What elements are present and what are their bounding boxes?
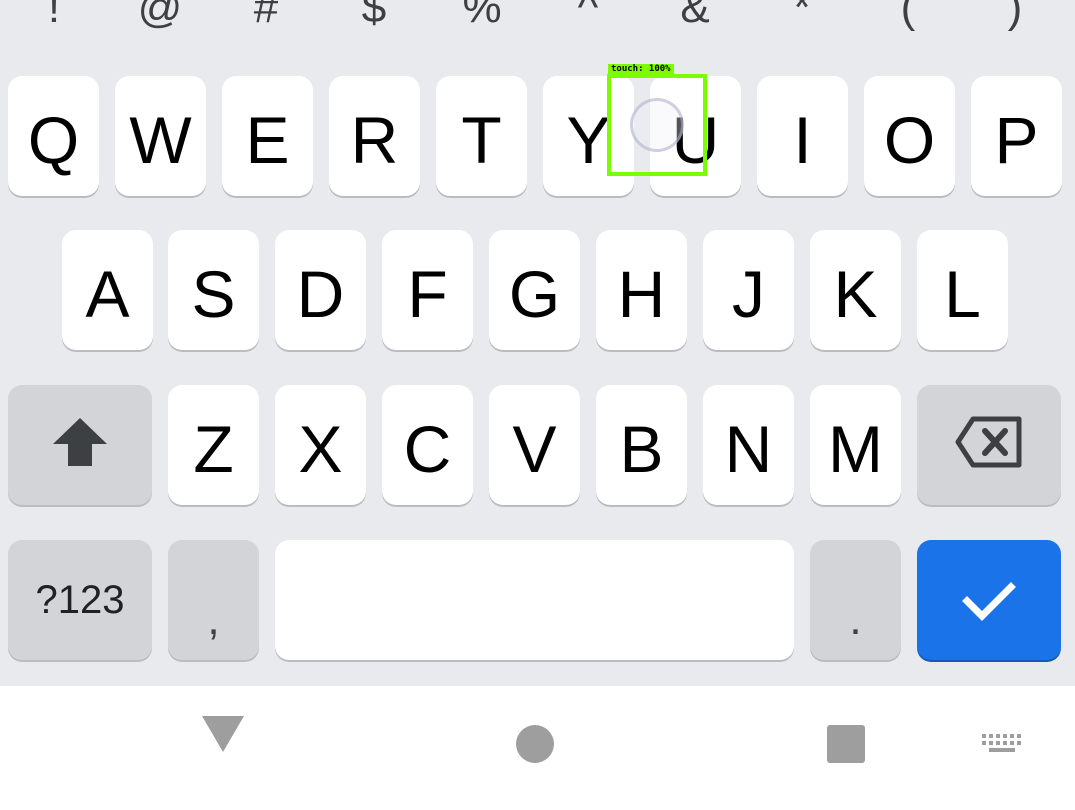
key-p[interactable]: P bbox=[971, 76, 1062, 196]
checkmark-icon bbox=[962, 567, 1016, 633]
backspace-icon bbox=[955, 412, 1023, 478]
key-label: B bbox=[619, 412, 664, 486]
key-label: Q bbox=[27, 103, 80, 177]
symbol-hint: ( bbox=[900, 0, 916, 32]
space-bar[interactable] bbox=[275, 540, 794, 660]
key-label: G bbox=[508, 257, 561, 331]
key-label: F bbox=[407, 257, 448, 331]
key-i[interactable]: I bbox=[757, 76, 848, 196]
key-r[interactable]: R bbox=[329, 76, 420, 196]
navigation-bar bbox=[0, 686, 1075, 810]
screen: ! @ # $ % ^ & * ( ) Q W E R T Y U I O P … bbox=[0, 0, 1075, 810]
symbol-hint: % bbox=[462, 0, 502, 32]
key-f[interactable]: F bbox=[382, 230, 473, 350]
key-s[interactable]: S bbox=[168, 230, 259, 350]
symbol-hint: & bbox=[680, 0, 710, 32]
key-label: K bbox=[833, 257, 878, 331]
key-label: L bbox=[944, 257, 981, 331]
key-o[interactable]: O bbox=[864, 76, 955, 196]
enter-key[interactable] bbox=[917, 540, 1061, 660]
key-label: D bbox=[296, 257, 345, 331]
soft-keyboard: ! @ # $ % ^ & * ( ) Q W E R T Y U I O P … bbox=[0, 0, 1075, 686]
key-g[interactable]: G bbox=[489, 230, 580, 350]
key-label: C bbox=[403, 412, 452, 486]
symbol-hint: * bbox=[793, 0, 811, 32]
touch-label: touch: 100% bbox=[608, 64, 674, 75]
key-label: P bbox=[994, 103, 1039, 177]
keyboard-switch-icon bbox=[981, 733, 1023, 760]
key-j[interactable]: J bbox=[703, 230, 794, 350]
key-label: H bbox=[617, 257, 666, 331]
key-v[interactable]: V bbox=[489, 385, 580, 505]
keyboard-switch-button[interactable] bbox=[976, 728, 1028, 764]
symbol-hint: ! bbox=[47, 0, 61, 32]
key-label: . bbox=[849, 595, 862, 644]
symbol-hint: @ bbox=[137, 0, 183, 32]
key-x[interactable]: X bbox=[275, 385, 366, 505]
key-label: M bbox=[828, 412, 883, 486]
key-b[interactable]: B bbox=[596, 385, 687, 505]
key-label: O bbox=[883, 103, 936, 177]
period-key[interactable]: . bbox=[810, 540, 901, 660]
key-label: J bbox=[732, 257, 765, 331]
key-label: Y bbox=[566, 103, 611, 177]
symbols-key[interactable]: ?123 bbox=[8, 540, 152, 660]
backspace-key[interactable] bbox=[917, 385, 1061, 505]
touch-bounding-box bbox=[607, 74, 707, 176]
nav-home-button[interactable] bbox=[505, 716, 565, 776]
key-label: I bbox=[793, 103, 812, 177]
key-n[interactable]: N bbox=[703, 385, 794, 505]
key-label: S bbox=[191, 257, 236, 331]
key-m[interactable]: M bbox=[810, 385, 901, 505]
key-w[interactable]: W bbox=[115, 76, 206, 196]
key-k[interactable]: K bbox=[810, 230, 901, 350]
key-label: , bbox=[207, 595, 220, 644]
key-e[interactable]: E bbox=[222, 76, 313, 196]
triangle-back-icon bbox=[200, 714, 246, 759]
key-label: ?123 bbox=[35, 578, 125, 622]
symbol-hint-row: ! @ # $ % ^ & * ( ) bbox=[0, 0, 1075, 38]
key-label: N bbox=[724, 412, 773, 486]
key-h[interactable]: H bbox=[596, 230, 687, 350]
key-label: R bbox=[350, 103, 399, 177]
comma-key[interactable]: , bbox=[168, 540, 259, 660]
key-c[interactable]: C bbox=[382, 385, 473, 505]
square-recents-icon bbox=[826, 724, 866, 769]
shift-key[interactable] bbox=[8, 385, 152, 505]
key-label: A bbox=[85, 257, 130, 331]
symbol-hint: ) bbox=[1007, 0, 1023, 32]
key-d[interactable]: D bbox=[275, 230, 366, 350]
nav-recents-button[interactable] bbox=[816, 716, 876, 776]
key-label: Z bbox=[193, 412, 234, 486]
key-label: T bbox=[461, 103, 502, 177]
circle-home-icon bbox=[515, 724, 555, 769]
symbol-hint: ^ bbox=[577, 0, 599, 32]
key-label: E bbox=[245, 103, 290, 177]
shift-arrow-icon bbox=[51, 412, 109, 478]
nav-back-button[interactable] bbox=[193, 706, 253, 766]
symbol-hint: $ bbox=[361, 0, 387, 32]
key-label: V bbox=[512, 412, 557, 486]
key-l[interactable]: L bbox=[917, 230, 1008, 350]
key-label: X bbox=[298, 412, 343, 486]
key-a[interactable]: A bbox=[62, 230, 153, 350]
key-label: W bbox=[129, 103, 192, 177]
key-t[interactable]: T bbox=[436, 76, 527, 196]
key-z[interactable]: Z bbox=[168, 385, 259, 505]
symbol-hint: # bbox=[253, 0, 279, 32]
key-q[interactable]: Q bbox=[8, 76, 99, 196]
